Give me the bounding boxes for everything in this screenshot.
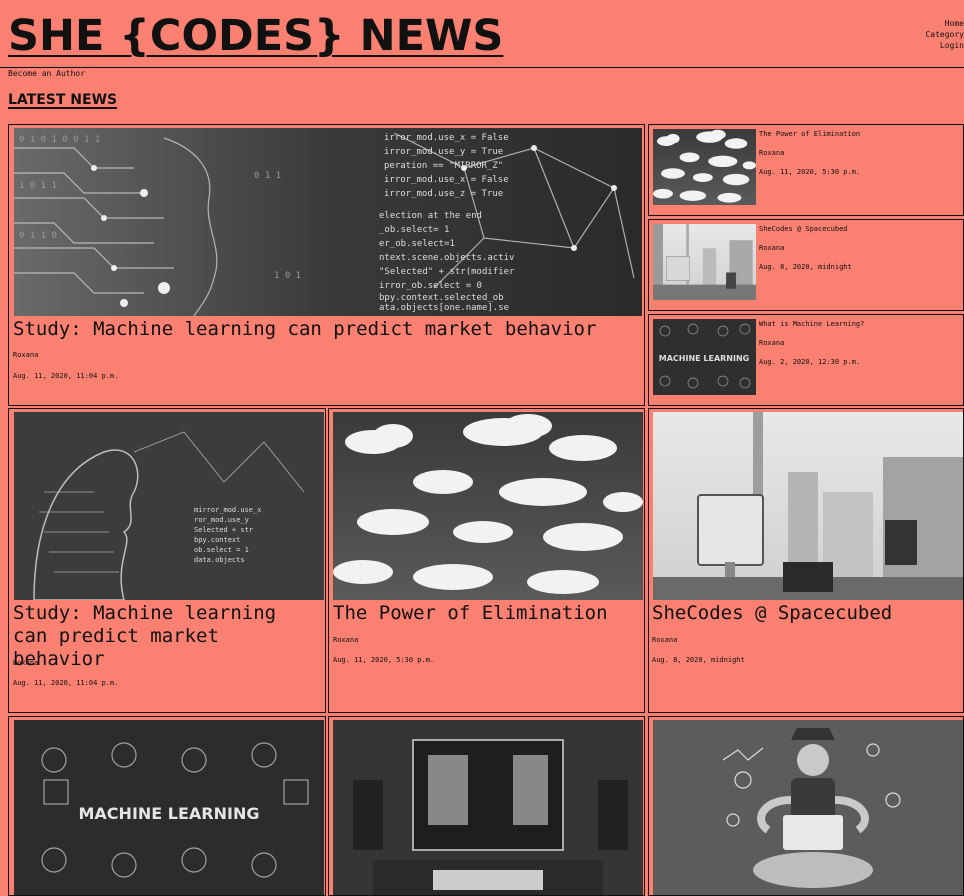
svg-text:0 1 1 0: 0 1 1 0 bbox=[19, 231, 57, 241]
grid-article-date: Aug. 8, 2020, midnight bbox=[652, 656, 745, 664]
svg-text:_ob.select= 1: _ob.select= 1 bbox=[379, 225, 449, 235]
side-article-author: Roxana bbox=[759, 149, 785, 157]
grid-article-card[interactable]: MACHINE LEARNING bbox=[8, 716, 326, 896]
side-article-card[interactable]: The Power of Elimination Roxana Aug. 11,… bbox=[648, 124, 964, 216]
side-article-date: Aug. 11, 2020, 5:30 p.m. bbox=[759, 168, 861, 176]
svg-text:data.objects: data.objects bbox=[194, 556, 245, 564]
svg-text:irror_mod.use_x = False: irror_mod.use_x = False bbox=[384, 175, 509, 185]
svg-text:"Selected" + str(modifier: "Selected" + str(modifier bbox=[379, 267, 515, 277]
clouds-image[interactable] bbox=[653, 129, 756, 205]
grid-article-card[interactable]: The Power of Elimination Roxana Aug. 11,… bbox=[328, 408, 645, 713]
svg-text:peration == "MIRROR_Z": peration == "MIRROR_Z" bbox=[384, 161, 503, 171]
svg-text:election at the end: election at the end bbox=[379, 211, 482, 221]
grid-article-card[interactable]: mirror_mod.use_x ror_mod.use_y Selected +… bbox=[8, 408, 326, 713]
machine-learning-image[interactable]: MACHINE LEARNING bbox=[14, 720, 324, 895]
office-image[interactable] bbox=[653, 412, 963, 600]
side-article-title[interactable]: What is Machine Learning? bbox=[759, 320, 864, 328]
svg-text:0 1 1: 0 1 1 bbox=[254, 171, 281, 181]
svg-text:ata.objects[one.name].se: ata.objects[one.name].se bbox=[379, 303, 509, 313]
svg-text:irror_ob.select = 0: irror_ob.select = 0 bbox=[379, 281, 482, 291]
grid-article-title[interactable]: SheCodes @ Spacecubed bbox=[652, 602, 892, 625]
header-divider bbox=[0, 67, 964, 68]
machine-learning-image-text: MACHINE LEARNING bbox=[79, 804, 260, 823]
side-article-title[interactable]: SheCodes @ Spacecubed bbox=[759, 225, 848, 233]
svg-text:irror_mod.use_x = False: irror_mod.use_x = False bbox=[384, 133, 509, 143]
svg-text:bpy.context: bpy.context bbox=[194, 536, 240, 544]
svg-text:ob.select = 1: ob.select = 1 bbox=[194, 546, 249, 554]
svg-text:ntext.scene.objects.activ: ntext.scene.objects.activ bbox=[379, 253, 514, 263]
side-article-date: Aug. 2, 2020, 12:30 p.m. bbox=[759, 358, 861, 366]
machine-learning-image-text: MACHINE LEARNING bbox=[659, 354, 750, 363]
side-article-author: Roxana bbox=[759, 339, 785, 347]
coding-desk-image[interactable] bbox=[333, 720, 643, 895]
svg-text:bpy.context.selected_ob: bpy.context.selected_ob bbox=[379, 293, 504, 303]
grid-article-author: Roxana bbox=[652, 636, 678, 644]
featured-article-date: Aug. 11, 2020, 11:04 p.m. bbox=[13, 372, 119, 380]
clouds-image[interactable] bbox=[333, 412, 643, 600]
svg-text:1 0 1: 1 0 1 bbox=[274, 271, 301, 281]
svg-text:irror_mod.use_z = True: irror_mod.use_z = True bbox=[384, 189, 503, 199]
grid-article-card[interactable] bbox=[328, 716, 645, 896]
meditating-developer-image[interactable] bbox=[653, 720, 963, 895]
featured-article-title[interactable]: Study: Machine learning can predict mark… bbox=[13, 318, 596, 341]
featured-article-author: Roxana bbox=[13, 351, 39, 359]
svg-text:1 0 1 1: 1 0 1 1 bbox=[19, 181, 57, 191]
site-title[interactable]: SHE {CODES} NEWS bbox=[8, 8, 503, 64]
grid-article-card[interactable]: SheCodes @ Spacecubed Roxana Aug. 8, 202… bbox=[648, 408, 964, 713]
svg-text:0 1 0 1 0 0 1 1: 0 1 0 1 0 0 1 1 bbox=[19, 135, 100, 145]
top-nav: Home Category Login bbox=[925, 18, 964, 51]
grid-article-card[interactable] bbox=[648, 716, 964, 896]
side-article-card[interactable]: SheCodes @ Spacecubed Roxana Aug. 8, 202… bbox=[648, 219, 964, 311]
become-author-link[interactable]: Become an Author bbox=[8, 69, 85, 78]
ai-face-code-image[interactable]: irror_mod.use_x = False irror_mod.use_y … bbox=[14, 128, 642, 316]
side-article-card[interactable]: MACHINE LEARNING What is Machine Learnin… bbox=[648, 314, 964, 406]
side-article-date: Aug. 8, 2020, midnight bbox=[759, 263, 852, 271]
svg-text:irror_mod.use_y = True: irror_mod.use_y = True bbox=[384, 147, 503, 157]
grid-article-date: Aug. 11, 2020, 5:30 p.m. bbox=[333, 656, 435, 664]
grid-article-author: Roxana bbox=[333, 636, 359, 644]
svg-text:mirror_mod.use_x: mirror_mod.use_x bbox=[194, 506, 261, 514]
grid-article-author: Roxana bbox=[13, 659, 39, 667]
svg-text:ror_mod.use_y: ror_mod.use_y bbox=[194, 516, 249, 524]
grid-article-title[interactable]: The Power of Elimination bbox=[333, 602, 608, 625]
grid-article-title[interactable]: Study: Machine learning can predict mark… bbox=[13, 602, 318, 671]
office-image[interactable] bbox=[653, 224, 756, 300]
nav-login-link[interactable]: Login bbox=[925, 40, 964, 51]
ai-face-image[interactable]: mirror_mod.use_x ror_mod.use_y Selected +… bbox=[14, 412, 324, 600]
side-article-author: Roxana bbox=[759, 244, 785, 252]
svg-text:er_ob.select=1: er_ob.select=1 bbox=[379, 239, 455, 249]
svg-text:Selected + str: Selected + str bbox=[194, 526, 253, 534]
side-article-title[interactable]: The Power of Elimination bbox=[759, 130, 860, 138]
machine-learning-image[interactable]: MACHINE LEARNING bbox=[653, 319, 756, 395]
nav-category-link[interactable]: Category bbox=[925, 29, 964, 40]
featured-article-card[interactable]: irror_mod.use_x = False irror_mod.use_y … bbox=[8, 124, 645, 406]
section-title: LATEST NEWS bbox=[8, 92, 118, 108]
grid-article-date: Aug. 11, 2020, 11:04 p.m. bbox=[13, 679, 119, 687]
nav-home-link[interactable]: Home bbox=[925, 18, 964, 29]
